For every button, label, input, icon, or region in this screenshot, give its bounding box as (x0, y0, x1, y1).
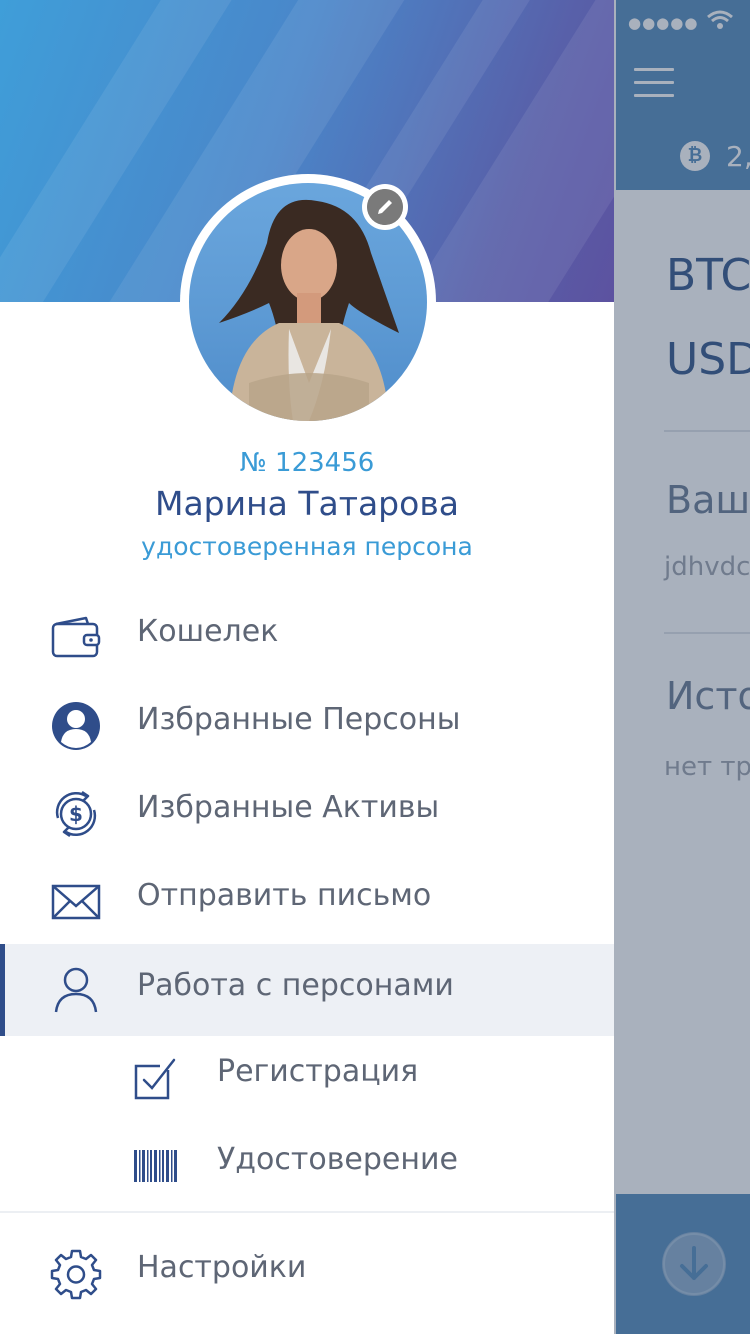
menu-item-favorite-assets[interactable]: $ Избранные Активы (0, 768, 614, 856)
menu-item-settings[interactable]: Настройки (0, 1228, 614, 1316)
menu-subitem-certificate[interactable]: Удостоверение (0, 1120, 614, 1208)
navigation-drawer: № 123456 Марина Татарова удостоверенная … (0, 0, 614, 1334)
active-indicator (0, 944, 5, 1036)
barcode-icon (134, 1150, 177, 1182)
edit-avatar-button[interactable] (362, 184, 408, 230)
menu-label-settings: Настройки (137, 1250, 307, 1285)
menu-divider (0, 1211, 614, 1213)
envelope-icon (51, 884, 101, 920)
menu-item-wallet[interactable]: Кошелек (0, 592, 614, 680)
menu-label-certificate: Удостоверение (217, 1142, 458, 1177)
wallet-icon (51, 616, 101, 658)
menu-label-work-with-persons: Работа с персонами (137, 968, 454, 1003)
menu-label-favorite-persons: Избранные Персоны (137, 702, 461, 737)
svg-text:$: $ (69, 802, 83, 826)
user-id-number: № 123456 (239, 448, 375, 478)
menu-item-favorite-persons[interactable]: Избранные Персоны (0, 680, 614, 768)
menu-label-favorite-assets: Избранные Активы (137, 790, 440, 825)
dim-overlay[interactable] (614, 0, 750, 1334)
menu-label-registration: Регистрация (217, 1054, 419, 1089)
menu-label-send-letter: Отправить письмо (137, 878, 432, 913)
pencil-icon (367, 189, 403, 225)
user-name: Марина Татарова (154, 484, 459, 523)
user-outline-icon (54, 967, 98, 1013)
dollar-exchange-icon: $ (55, 790, 97, 838)
menu-item-send-letter[interactable]: Отправить письмо (0, 856, 614, 944)
gear-icon (50, 1249, 102, 1300)
person-circle-icon (52, 702, 100, 750)
menu-subitem-registration[interactable]: Регистрация (0, 1032, 614, 1120)
user-verification-status: удостоверенная персона (141, 532, 473, 561)
menu-label-wallet: Кошелек (137, 614, 279, 649)
checkbox-icon (134, 1058, 176, 1100)
menu-item-work-with-persons[interactable]: Работа с персонами (0, 944, 614, 1036)
